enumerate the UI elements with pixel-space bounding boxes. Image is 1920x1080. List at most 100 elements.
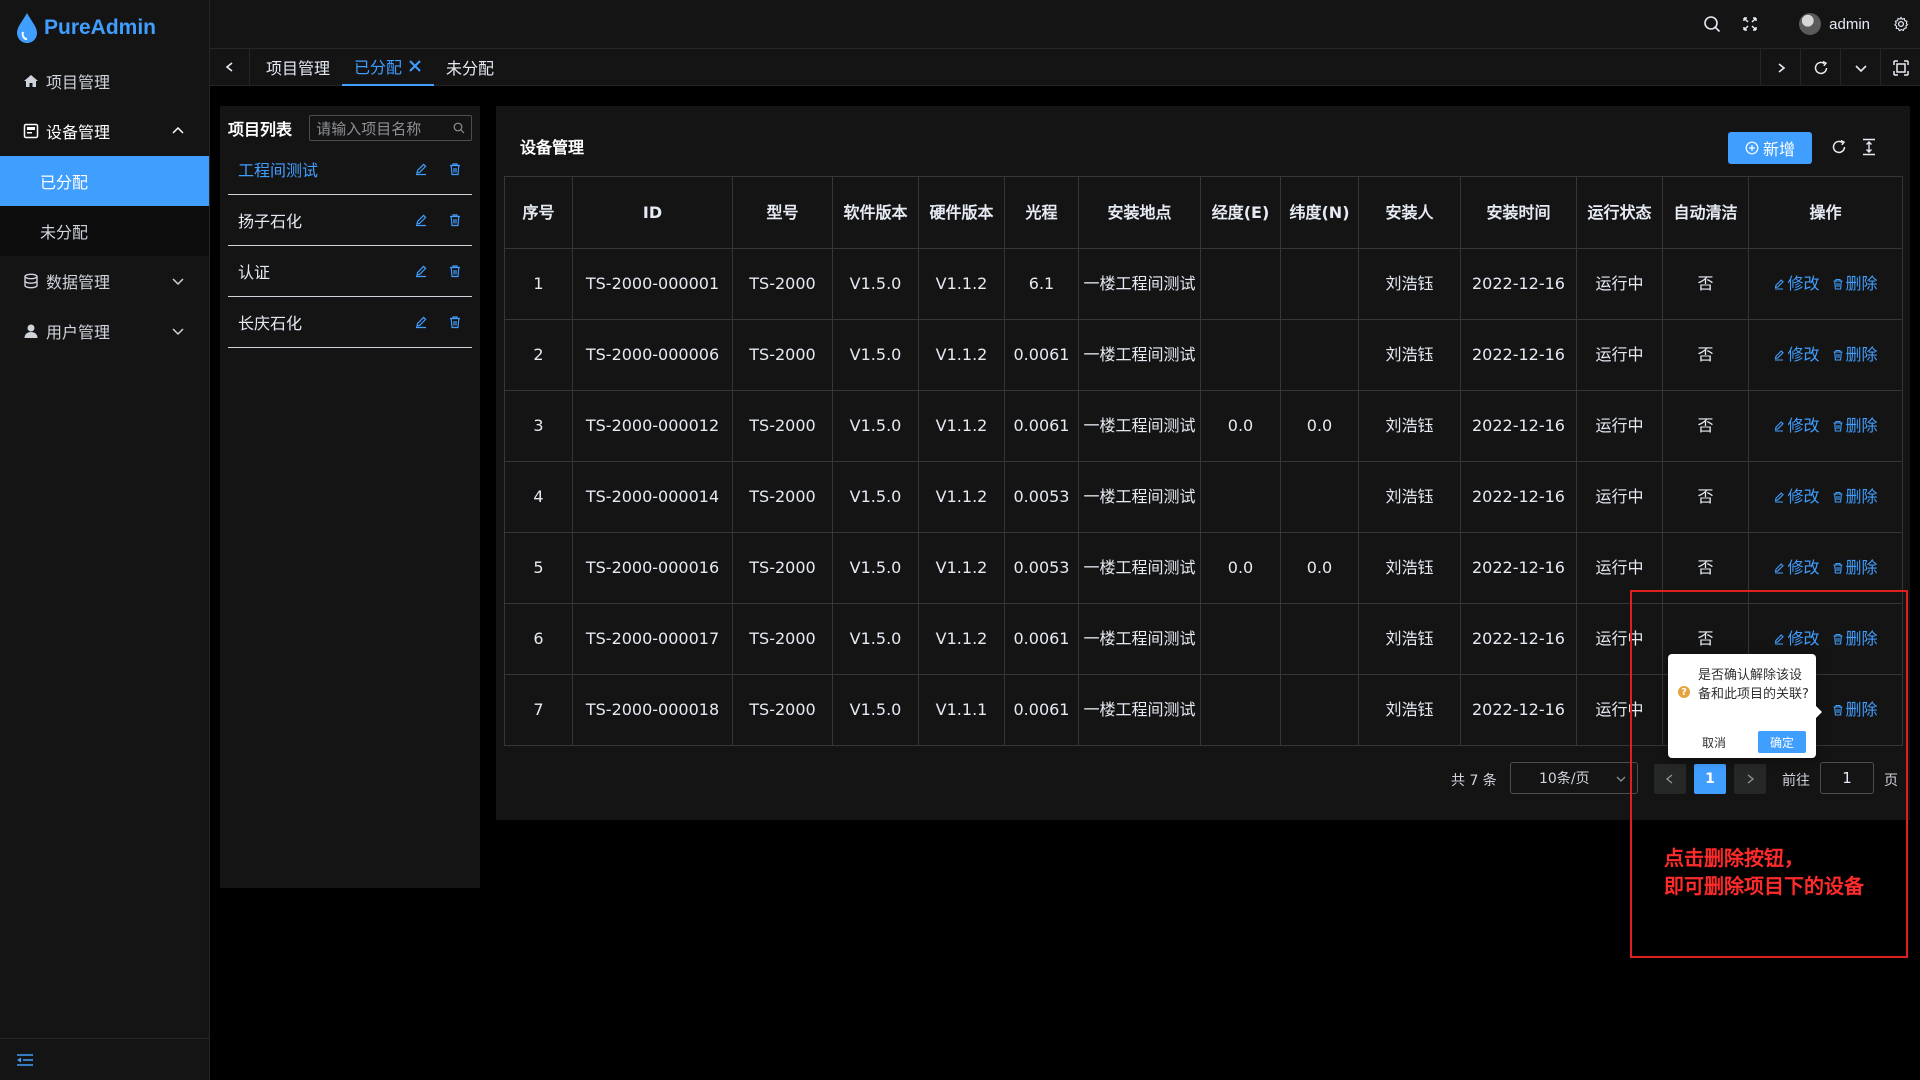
settings-gear-icon[interactable] xyxy=(1891,14,1911,34)
cell-installer: 刘浩钰 xyxy=(1358,674,1461,746)
cell-path: 0.0053 xyxy=(1004,461,1079,533)
edit-button[interactable]: 修改 xyxy=(1773,273,1820,295)
table-row: 1 TS-2000-000001 TS-2000 V1.5.0 V1.1.2 6.1 一楼工… xyxy=(504,248,1903,320)
cell-model: TS-2000 xyxy=(732,248,833,320)
fullscreen-icon[interactable] xyxy=(1740,14,1760,34)
close-icon[interactable] xyxy=(408,59,422,73)
cell-installer: 刘浩钰 xyxy=(1358,532,1461,604)
cell-lon xyxy=(1200,461,1281,533)
edit-icon xyxy=(1775,562,1785,574)
tab-assigned[interactable]: 已分配 xyxy=(342,49,435,86)
project-search-input[interactable]: 请输入项目名称 xyxy=(309,115,472,141)
density-icon[interactable] xyxy=(1858,136,1880,158)
tags-scroll-right[interactable] xyxy=(1760,49,1800,86)
cell-lon xyxy=(1200,319,1281,391)
edit-button[interactable]: 修改 xyxy=(1773,557,1820,579)
cell-sw: V1.5.0 xyxy=(832,248,919,320)
column-header: 安装人 xyxy=(1358,176,1461,249)
chevron-down-icon xyxy=(172,278,184,286)
delete-button[interactable]: 删除 xyxy=(1832,344,1878,366)
list-item[interactable]: 扬子石化 xyxy=(228,195,472,246)
edit-icon[interactable] xyxy=(414,264,428,278)
sidebar-collapse-button[interactable] xyxy=(0,1038,210,1080)
edit-label: 修改 xyxy=(1787,344,1820,364)
delete-button[interactable]: 删除 xyxy=(1832,486,1878,508)
edit-button[interactable]: 修改 xyxy=(1773,415,1820,437)
refresh-table-icon[interactable] xyxy=(1828,136,1850,158)
menu-item-user-label: 用户管理 xyxy=(46,323,111,342)
project-list-panel: 项目列表 请输入项目名称 工程间测试 扬子石化 认证 长庆石化 xyxy=(220,106,480,888)
cell-model: TS-2000 xyxy=(732,390,833,462)
sidebar-item-assigned[interactable]: 已分配 xyxy=(0,156,209,206)
cell-id: TS-2000-000016 xyxy=(572,532,733,604)
cell-lon xyxy=(1200,248,1281,320)
refresh-tab-button[interactable] xyxy=(1800,49,1840,86)
edit-icon xyxy=(1775,349,1785,361)
cell-hw: V1.1.2 xyxy=(918,603,1005,675)
content-fullscreen-button[interactable] xyxy=(1880,49,1920,86)
list-item[interactable]: 长庆石化 xyxy=(228,297,472,348)
cell-no: 7 xyxy=(504,674,573,746)
column-header: 运行状态 xyxy=(1576,176,1663,249)
tab-project[interactable]: 项目管理 xyxy=(254,49,342,86)
trash-icon[interactable] xyxy=(448,162,462,176)
column-header: 安装时间 xyxy=(1460,176,1577,249)
project-list-header: 项目列表 请输入项目名称 xyxy=(220,106,480,144)
collapse-menu-icon xyxy=(17,1053,33,1066)
trash-icon xyxy=(1833,278,1842,290)
popconfirm-confirm-button[interactable]: 确定 xyxy=(1758,731,1806,753)
trash-icon xyxy=(1833,349,1842,361)
sidebar-item-unassigned[interactable]: 未分配 xyxy=(0,206,209,256)
user-icon xyxy=(22,322,40,340)
popconfirm-arrow xyxy=(1816,706,1822,718)
edit-icon[interactable] xyxy=(414,162,428,176)
tags-scroll-left[interactable] xyxy=(210,48,250,86)
edit-icon[interactable] xyxy=(414,213,428,227)
page-size-select[interactable]: 10条/页 xyxy=(1510,762,1638,794)
cell-no: 6 xyxy=(504,603,573,675)
cell-id: TS-2000-000017 xyxy=(572,603,733,675)
page-size-value: 10条/页 xyxy=(1539,771,1590,787)
delete-button[interactable]: 删除 xyxy=(1832,557,1878,579)
logo[interactable]: PureAdmin xyxy=(0,0,209,56)
edit-icon[interactable] xyxy=(414,315,428,329)
pagination-total: 共 7 条 xyxy=(1451,773,1497,789)
list-item[interactable]: 认证 xyxy=(228,246,472,297)
add-device-button[interactable]: 新增 xyxy=(1728,132,1812,164)
cell-id: TS-2000-000012 xyxy=(572,390,733,462)
tab-unassigned[interactable]: 未分配 xyxy=(434,49,506,86)
cell-location: 一楼工程间测试 xyxy=(1078,461,1201,533)
project-list-title: 项目列表 xyxy=(228,120,293,139)
column-header: 安装地点 xyxy=(1078,176,1201,249)
edit-button[interactable]: 修改 xyxy=(1773,486,1820,508)
trash-icon[interactable] xyxy=(448,264,462,278)
column-header: 纬度(N) xyxy=(1280,176,1359,249)
user-menu[interactable]: admin xyxy=(1799,13,1870,35)
cell-lat xyxy=(1280,248,1359,320)
chevron-down-icon xyxy=(1616,776,1626,782)
refresh-icon xyxy=(1814,60,1827,74)
cell-model: TS-2000 xyxy=(732,319,833,391)
search-icon[interactable] xyxy=(1702,14,1722,34)
menu-item-data[interactable]: 数据管理 xyxy=(0,256,209,306)
delete-label: 删除 xyxy=(1845,486,1878,506)
menu-item-user[interactable]: 用户管理 xyxy=(0,306,209,356)
cell-hw: V1.1.1 xyxy=(918,674,1005,746)
cell-sw: V1.5.0 xyxy=(832,532,919,604)
edit-button[interactable]: 修改 xyxy=(1773,344,1820,366)
tags-dropdown-button[interactable] xyxy=(1840,49,1880,86)
trash-icon xyxy=(1833,420,1842,432)
annotation-line: 即可删除项目下的设备 xyxy=(1664,874,1864,898)
delete-button[interactable]: 删除 xyxy=(1832,273,1878,295)
menu-item-device[interactable]: 设备管理 xyxy=(0,106,209,156)
sidebar: PureAdmin 项目管理 设备管理 已分配 未分配 数据管理 用户管理 xyxy=(0,0,210,1080)
popconfirm-cancel-button[interactable]: 取消 xyxy=(1702,734,1726,751)
delete-button[interactable]: 删除 xyxy=(1832,415,1878,437)
delete-popconfirm: ? 是否确认解除该设备和此项目的关联? 取消 确定 xyxy=(1668,654,1822,758)
cell-path: 6.1 xyxy=(1004,248,1079,320)
column-header: 经度(E) xyxy=(1200,176,1281,249)
menu-item-project[interactable]: 项目管理 xyxy=(0,56,209,106)
trash-icon[interactable] xyxy=(448,315,462,329)
list-item[interactable]: 工程间测试 xyxy=(228,144,472,195)
trash-icon[interactable] xyxy=(448,213,462,227)
